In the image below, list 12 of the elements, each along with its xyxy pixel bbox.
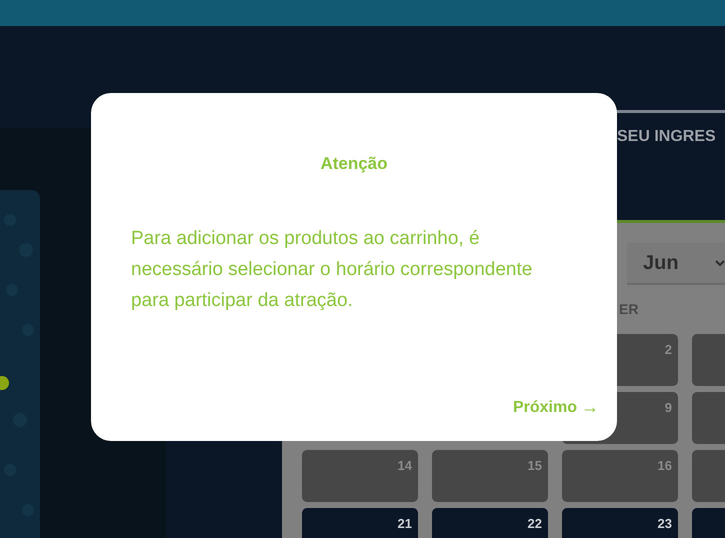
arrow-icon: → bbox=[581, 394, 599, 421]
modal-message: Para adicionar os produtos ao carrinho, é necessário selecionar o horário correspondente para participar da atração. bbox=[131, 226, 534, 312]
day-cell[interactable]: 16 bbox=[562, 450, 678, 502]
day-cell[interactable]: 22 bbox=[432, 508, 548, 538]
day-cell[interactable]: 14 bbox=[302, 450, 418, 502]
month-select[interactable]: Jun bbox=[627, 243, 725, 285]
chevron-icon bbox=[714, 259, 725, 267]
day-cell[interactable]: 23 bbox=[562, 508, 678, 538]
modal-title: Atenção bbox=[320, 153, 388, 175]
tab-label[interactable]: SEU INGRES bbox=[617, 125, 716, 149]
day-cell[interactable]: 21 bbox=[302, 508, 418, 538]
day-cell[interactable]: 15 bbox=[432, 450, 548, 502]
